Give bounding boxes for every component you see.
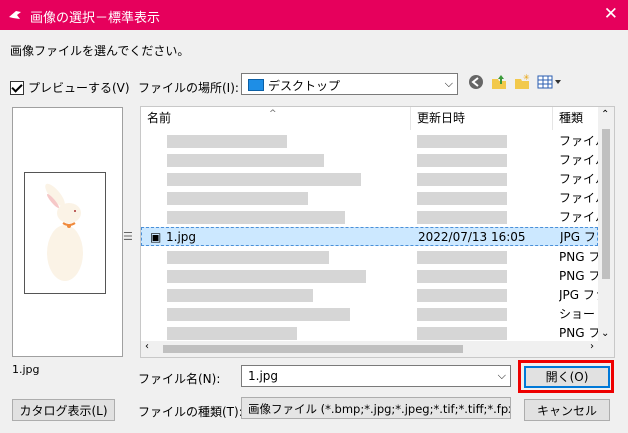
preview-image — [24, 172, 106, 294]
back-icon[interactable] — [467, 73, 485, 91]
chevron-down-icon[interactable]: ⌵ — [445, 77, 453, 91]
blurred-content — [417, 308, 507, 321]
file-name-cell: 1.jpg — [166, 230, 197, 244]
column-header-modified[interactable]: 更新日時 — [411, 107, 553, 130]
list-item[interactable]: ショート — [141, 305, 598, 324]
list-item[interactable]: ファイル — [141, 151, 598, 170]
blurred-content — [167, 154, 324, 167]
file-type-cell: PNG フ — [559, 269, 598, 283]
file-name-label: ファイル名(N): — [138, 372, 221, 386]
file-type-cell: ファイル — [559, 210, 598, 224]
instruction-text: 画像ファイルを選んでください。 — [10, 44, 190, 58]
list-item[interactable]: ファイル — [141, 170, 598, 189]
blurred-content — [417, 251, 507, 264]
file-type-label: ファイルの種類(T): — [138, 405, 243, 419]
preview-checkbox-label: プレビューする(V) — [28, 81, 130, 95]
splitter-handle[interactable]: ☰ — [123, 230, 133, 243]
list-item[interactable]: PNG フ — [141, 267, 598, 286]
location-dropdown[interactable]: デスクトップ ⌵ — [241, 73, 458, 95]
list-item[interactable]: ファイル — [141, 189, 598, 208]
checkbox-checked-icon[interactable] — [10, 80, 24, 95]
file-type-cell: JPG ファ — [560, 230, 599, 244]
file-date-cell: 2022/07/13 16:05 — [418, 230, 526, 244]
blurred-content — [417, 211, 507, 224]
app-logo-icon — [9, 11, 21, 19]
location-label: ファイルの場所(I): — [138, 81, 239, 95]
blurred-content — [167, 192, 308, 205]
rabbit-illustration — [45, 183, 83, 281]
up-folder-icon[interactable] — [490, 73, 508, 91]
blurred-content — [167, 173, 361, 186]
file-name-value: 1.jpg — [248, 369, 279, 383]
blurred-content — [167, 270, 366, 283]
open-button[interactable]: 開く(O) — [524, 366, 610, 388]
file-list[interactable]: ^ 名前 更新日時 種類 ファイルファイルファイルファイルファイル▣1.jpg2… — [140, 106, 615, 358]
list-item[interactable]: JPG ファ — [141, 286, 598, 305]
blurred-content — [417, 192, 507, 205]
scroll-right-icon[interactable]: › — [590, 341, 594, 352]
desktop-icon — [248, 79, 264, 91]
file-type-cell: JPG ファ — [559, 288, 598, 302]
column-header-name[interactable]: ^ 名前 — [141, 107, 411, 130]
blurred-content — [417, 135, 507, 148]
file-type-dropdown[interactable]: 画像ファイル (*.bmp;*.jpg;*.jpeg;*.tif;*.tiff;… — [241, 397, 511, 419]
file-type-cell: ショート — [559, 307, 598, 321]
vertical-scrollbar[interactable]: ⌃ ⌄ — [598, 107, 614, 357]
file-type-cell: PNG フ — [559, 250, 598, 264]
catalog-view-button[interactable]: カタログ表示(L) — [12, 399, 115, 421]
scroll-down-icon[interactable]: ⌄ — [601, 328, 609, 339]
list-item[interactable]: PNG フ — [141, 248, 598, 267]
file-type-cell: ファイル — [559, 153, 598, 167]
blurred-content — [417, 173, 507, 186]
blurred-content — [167, 211, 345, 224]
blurred-content — [417, 154, 507, 167]
sort-ascending-icon: ^ — [269, 109, 277, 119]
blurred-content — [167, 251, 329, 264]
scroll-left-icon[interactable]: ‹ — [145, 341, 149, 352]
file-name-input[interactable]: 1.jpg ⌵ — [241, 365, 511, 387]
file-type-value: 画像ファイル (*.bmp;*.jpg;*.jpeg;*.tif;*.tiff;… — [248, 402, 511, 416]
new-folder-icon[interactable]: ✳ — [513, 73, 531, 91]
blurred-content — [167, 135, 287, 148]
window-title: 画像の選択－標準表示 — [30, 11, 161, 26]
image-file-icon: ▣ — [150, 230, 162, 244]
title-bar: 画像の選択－標準表示 ✕ — [0, 0, 628, 30]
blurred-content — [417, 327, 507, 340]
blurred-content — [167, 327, 297, 340]
horizontal-scrollbar[interactable]: ‹ › — [141, 341, 598, 357]
preview-file-name: 1.jpg — [12, 363, 40, 376]
chevron-down-icon[interactable]: ⌵ — [498, 369, 506, 383]
blurred-content — [167, 308, 350, 321]
close-icon[interactable]: ✕ — [604, 5, 618, 23]
file-type-cell: ファイル — [559, 191, 598, 205]
file-type-cell: ファイル — [559, 172, 598, 186]
location-value: デスクトップ — [268, 79, 341, 93]
blurred-content — [417, 270, 507, 283]
column-header-type[interactable]: 種類 — [553, 107, 598, 130]
svg-text:✳: ✳ — [523, 73, 530, 82]
view-menu-icon[interactable] — [537, 73, 561, 91]
blurred-content — [167, 289, 313, 302]
list-item[interactable]: ファイル — [141, 208, 598, 227]
file-type-cell: ファイル — [559, 134, 598, 148]
scroll-up-icon[interactable]: ⌃ — [601, 109, 609, 120]
blurred-content — [417, 289, 507, 302]
cancel-button[interactable]: キャンセル — [524, 399, 610, 421]
list-item[interactable]: ファイル — [141, 132, 598, 151]
list-item[interactable]: ▣ 1.jpg 2022/07/13 16:05 JPG ファ — [141, 227, 599, 246]
preview-checkbox[interactable]: プレビューする(V) — [10, 79, 130, 96]
